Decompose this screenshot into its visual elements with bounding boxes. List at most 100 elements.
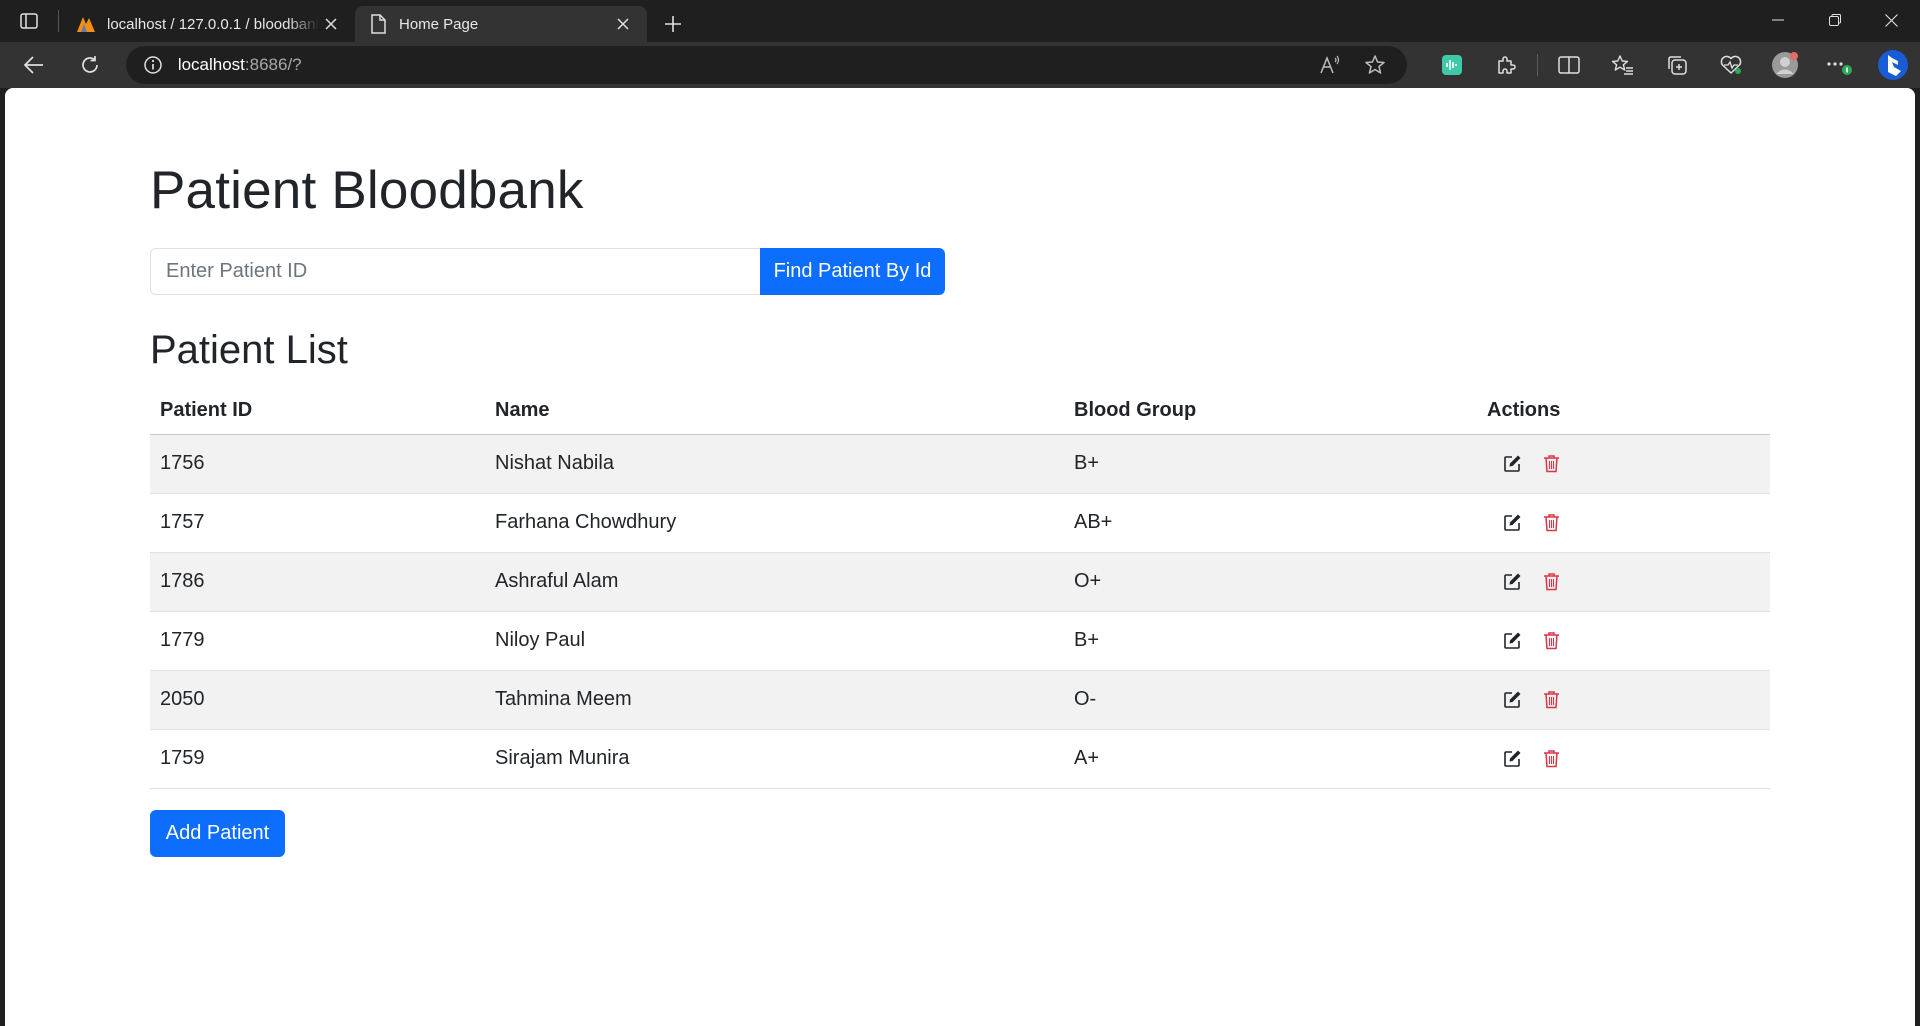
browser-toolbar xyxy=(1425,45,1920,85)
copilot-button[interactable] xyxy=(1866,45,1920,85)
trash-icon xyxy=(1543,632,1559,650)
tab-actions-button[interactable] xyxy=(0,0,58,42)
table-row: 1756 Nishat Nabila B+ xyxy=(150,434,1770,494)
tab-title: localhost / 127.0.0.1 / bloodbank xyxy=(107,15,319,33)
edit-button[interactable] xyxy=(1499,628,1525,654)
delete-button[interactable] xyxy=(1538,510,1564,536)
table-row: 2050 Tahmina Meem O- xyxy=(150,670,1770,730)
edit-icon xyxy=(1503,632,1520,649)
minimize-button[interactable] xyxy=(1749,0,1806,40)
avatar-icon xyxy=(1772,52,1799,78)
edit-button[interactable] xyxy=(1499,510,1525,536)
read-aloud-icon[interactable] xyxy=(1309,48,1353,82)
arrow-left-icon xyxy=(23,56,43,74)
collections-button[interactable] xyxy=(1650,45,1704,85)
favorites-button[interactable] xyxy=(1596,45,1650,85)
cell-patient-id: 2050 xyxy=(150,670,485,730)
cell-actions xyxy=(1477,434,1770,494)
address-bar[interactable]: localhost:8686/? xyxy=(125,46,1408,84)
header-blood-group: Blood Group xyxy=(1064,388,1477,435)
info-icon[interactable] xyxy=(140,52,166,78)
cell-patient-id: 1759 xyxy=(150,729,485,789)
cell-name: Nishat Nabila xyxy=(485,434,1064,494)
cell-actions xyxy=(1477,670,1770,730)
settings-more-button[interactable] xyxy=(1812,45,1866,85)
patient-table: Patient ID Name Blood Group Actions 1756… xyxy=(150,388,1770,789)
edit-button[interactable] xyxy=(1499,746,1525,772)
cell-patient-id: 1756 xyxy=(150,434,485,494)
table-row: 1759 Sirajam Munira A+ xyxy=(150,729,1770,789)
trash-icon xyxy=(1543,750,1559,768)
delete-button[interactable] xyxy=(1538,628,1564,654)
url-text: localhost:8686/? xyxy=(178,55,1309,75)
find-patient-button[interactable]: Find Patient By Id xyxy=(760,248,945,295)
edit-icon xyxy=(1503,514,1520,531)
window-controls xyxy=(1749,0,1920,40)
trash-icon xyxy=(1543,455,1559,473)
browser-essentials-button[interactable] xyxy=(1704,45,1758,85)
table-row: 1779 Niloy Paul B+ xyxy=(150,611,1770,671)
profile-button[interactable] xyxy=(1758,45,1812,85)
cell-actions xyxy=(1477,552,1770,612)
edit-icon xyxy=(1503,455,1520,472)
delete-button[interactable] xyxy=(1538,687,1564,713)
bing-icon xyxy=(1878,50,1909,80)
header-actions: Actions xyxy=(1477,388,1770,435)
edit-button[interactable] xyxy=(1499,451,1525,477)
cell-blood-group: O+ xyxy=(1064,552,1477,612)
extensions-button[interactable] xyxy=(1479,45,1533,85)
refresh-button[interactable] xyxy=(68,45,112,85)
cell-name: Niloy Paul xyxy=(485,611,1064,671)
cell-actions xyxy=(1477,729,1770,789)
cell-actions xyxy=(1477,611,1770,671)
audio-extension-icon xyxy=(1442,55,1463,75)
add-patient-button[interactable]: Add Patient xyxy=(150,810,285,857)
close-window-button[interactable] xyxy=(1863,0,1920,40)
tab-phpmyadmin[interactable]: localhost / 127.0.0.1 / bloodbank xyxy=(63,6,355,42)
tab-separator xyxy=(58,10,59,32)
cell-blood-group: A+ xyxy=(1064,729,1477,789)
delete-button[interactable] xyxy=(1538,569,1564,595)
restore-icon xyxy=(1828,14,1841,26)
heart-pulse-icon xyxy=(1720,55,1742,74)
cell-blood-group: B+ xyxy=(1064,611,1477,671)
restore-button[interactable] xyxy=(1806,0,1863,40)
patient-id-input[interactable] xyxy=(150,248,760,295)
edit-button[interactable] xyxy=(1499,687,1525,713)
table-row: 1757 Farhana Chowdhury AB+ xyxy=(150,493,1770,553)
trash-icon xyxy=(1543,573,1559,591)
puzzle-icon xyxy=(1498,56,1516,74)
cell-name: Farhana Chowdhury xyxy=(485,493,1064,553)
cell-patient-id: 1779 xyxy=(150,611,485,671)
back-button[interactable] xyxy=(12,45,56,85)
edit-button[interactable] xyxy=(1499,569,1525,595)
page-viewport: Patient Bloodbank Find Patient By Id Pat… xyxy=(5,88,1915,1026)
cell-blood-group: AB+ xyxy=(1064,493,1477,553)
cell-blood-group: O- xyxy=(1064,670,1477,730)
favorite-star-icon[interactable] xyxy=(1353,48,1397,82)
cell-name: Sirajam Munira xyxy=(485,729,1064,789)
patient-search-group: Find Patient By Id xyxy=(150,248,945,295)
edit-icon xyxy=(1503,573,1520,590)
cell-patient-id: 1757 xyxy=(150,493,485,553)
cell-blood-group: B+ xyxy=(1064,434,1477,494)
split-screen-button[interactable] xyxy=(1542,45,1596,85)
collections-icon xyxy=(1668,56,1687,75)
close-icon[interactable] xyxy=(319,12,343,36)
tab-home-page[interactable]: Home Page xyxy=(355,6,647,42)
delete-button[interactable] xyxy=(1538,451,1564,477)
page-icon xyxy=(367,13,389,35)
extension-button[interactable] xyxy=(1425,45,1479,85)
new-tab-button[interactable] xyxy=(653,4,693,44)
delete-button[interactable] xyxy=(1538,746,1564,772)
edit-icon xyxy=(1503,691,1520,708)
trash-icon xyxy=(1543,514,1559,532)
close-icon[interactable] xyxy=(611,12,635,36)
patient-list-title: Patient List xyxy=(150,328,348,372)
phpmyadmin-icon xyxy=(75,13,97,35)
refresh-icon xyxy=(82,56,98,73)
split-screen-icon xyxy=(1558,56,1580,74)
url-host: localhost xyxy=(177,55,245,74)
toolbar-separator xyxy=(1537,54,1539,76)
close-icon xyxy=(1885,13,1898,27)
